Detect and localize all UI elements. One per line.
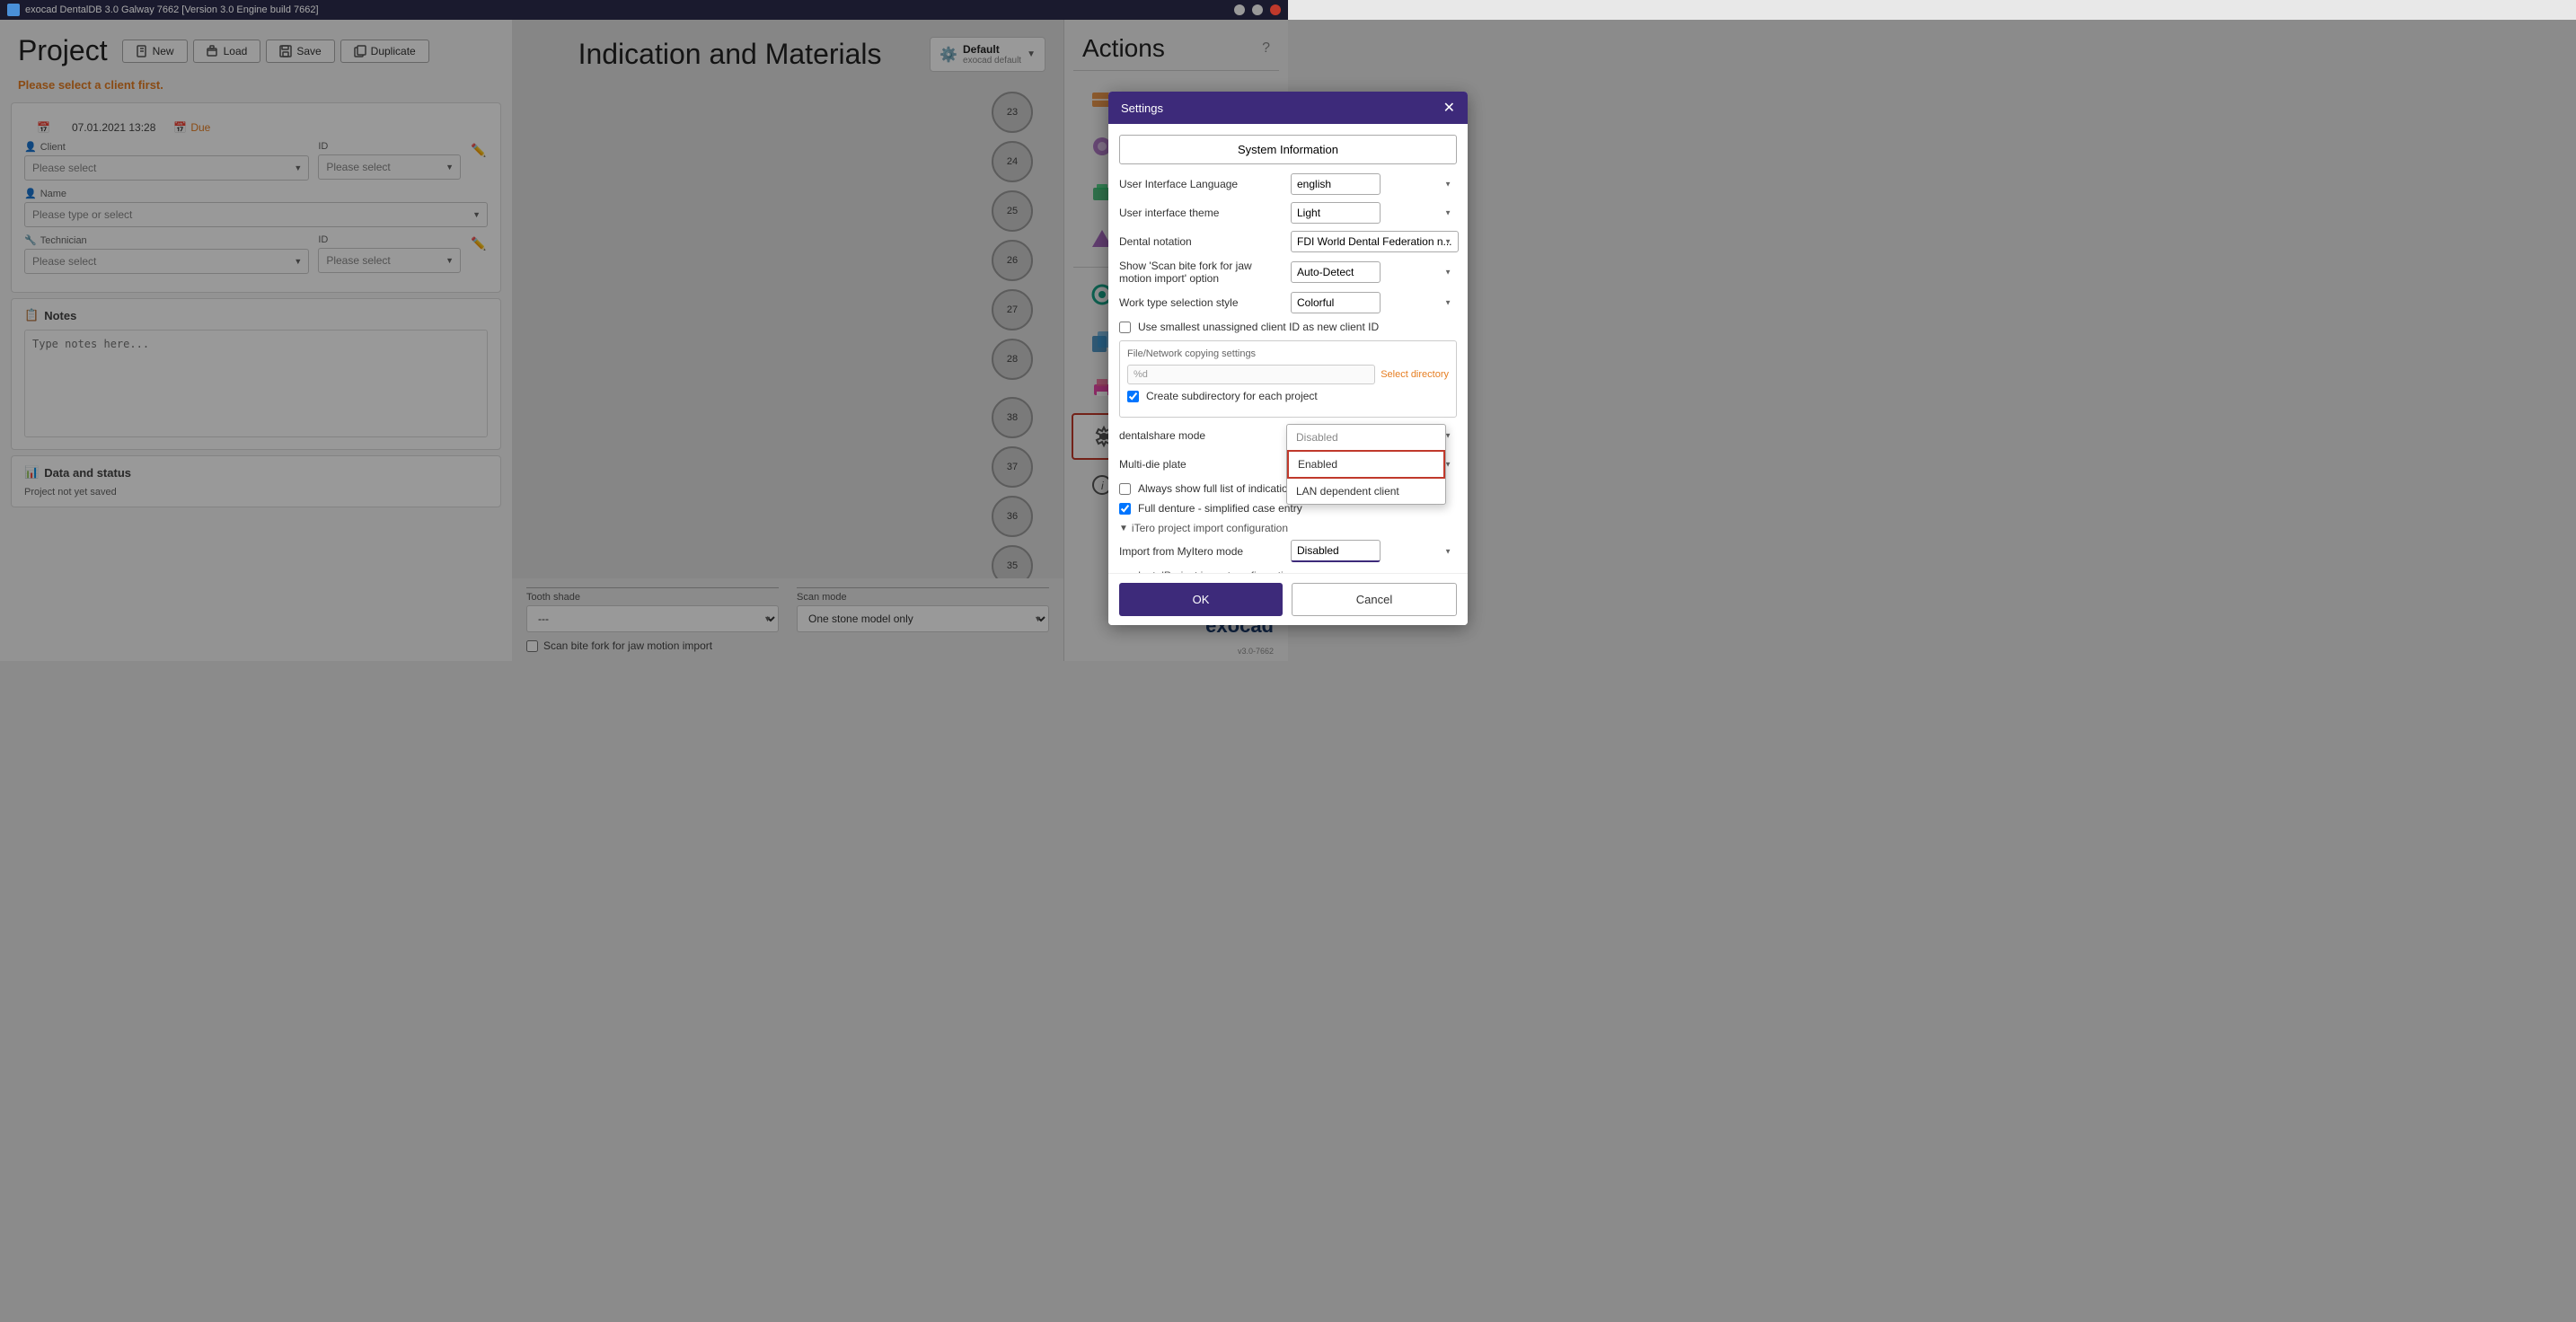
maximize-btn[interactable] (1252, 4, 1263, 15)
multi-die-label: Multi-die plate (1119, 458, 1285, 471)
create-subdir-row: Create subdirectory for each project (1127, 390, 1449, 402)
notation-row: Dental notation FDI World Dental Federat… (1119, 231, 1457, 252)
file-path-row: Select directory (1127, 365, 1449, 384)
ok-button[interactable]: OK (1119, 583, 1283, 616)
import-mode-select[interactable]: Disabled (1291, 540, 1381, 562)
scan-bite-setting-select-wrapper: Auto-Detect (1291, 261, 1457, 283)
scan-bite-setting-row: Show 'Scan bite fork for jaw motion impo… (1119, 260, 1457, 285)
scan-bite-setting-select[interactable]: Auto-Detect (1291, 261, 1381, 283)
work-type-row: Work type selection style Colorful (1119, 292, 1457, 313)
import-mode-row: Import from MyItero mode Disabled (1119, 540, 1457, 562)
notation-label: Dental notation (1119, 235, 1285, 248)
dropdown-enabled[interactable]: Enabled (1287, 450, 1445, 479)
dialog-titlebar: Settings ✕ (1108, 92, 1468, 124)
scan-bite-setting-label: Show 'Scan bite fork for jaw motion impo… (1119, 260, 1285, 285)
full-denture-checkbox[interactable] (1119, 503, 1131, 515)
work-type-label: Work type selection style (1119, 296, 1285, 309)
import-mode-dropdown: Disabled Enabled LAN dependent client (1286, 424, 1446, 505)
settings-dialog: Settings ✕ System Information User Inter… (1108, 92, 1468, 625)
dropdown-lan[interactable]: LAN dependent client (1287, 479, 1445, 504)
dialog-close-button[interactable]: ✕ (1443, 99, 1455, 117)
dialog-title: Settings (1121, 101, 1163, 115)
select-directory-link[interactable]: Select directory (1381, 369, 1449, 380)
file-network-title: File/Network copying settings (1127, 348, 1449, 359)
theme-label: User interface theme (1119, 207, 1285, 219)
theme-row: User interface theme Light (1119, 202, 1457, 224)
itero-collapse-icon: ▼ (1119, 524, 1128, 533)
dialog-overlay: Settings ✕ System Information User Inter… (0, 20, 2576, 1322)
file-path-input[interactable] (1127, 365, 1375, 384)
use-smallest-id-label: Use smallest unassigned client ID as new… (1138, 321, 1379, 333)
use-smallest-id-checkbox[interactable] (1119, 322, 1131, 333)
dialog-body: System Information User Interface Langua… (1108, 124, 1468, 573)
dialog-footer: OK Cancel (1108, 573, 1468, 625)
import-mode-select-wrapper: Disabled (1291, 540, 1457, 562)
always-show-label: Always show full list of indications (1138, 482, 1299, 495)
dentalshare-mode-label: dentalshare mode (1119, 429, 1285, 442)
dental-project-collapse-icon: ▼ (1119, 571, 1128, 574)
language-select[interactable]: english (1291, 173, 1381, 195)
language-select-wrapper: english (1291, 173, 1457, 195)
use-smallest-id-row: Use smallest unassigned client ID as new… (1119, 321, 1457, 333)
system-info-button[interactable]: System Information (1119, 135, 1457, 164)
theme-select[interactable]: Light (1291, 202, 1381, 224)
dental-project-label: .dentalProject import configuration (1132, 569, 1295, 573)
work-type-select[interactable]: Colorful (1291, 292, 1381, 313)
full-denture-label: Full denture - simplified case entry (1138, 502, 1302, 515)
itero-row[interactable]: ▼ iTero project import configuration (1119, 522, 1457, 534)
import-mode-label: Import from MyItero mode (1119, 545, 1285, 558)
work-type-select-wrapper: Colorful (1291, 292, 1457, 313)
dropdown-disabled[interactable]: Disabled (1287, 425, 1445, 450)
titlebar: exocad DentalDB 3.0 Galway 7662 [Version… (0, 0, 1288, 20)
close-btn[interactable] (1270, 4, 1281, 15)
itero-label: iTero project import configuration (1132, 522, 1288, 534)
minimize-btn[interactable] (1234, 4, 1245, 15)
language-label: User Interface Language (1119, 178, 1285, 190)
notation-select[interactable]: FDI World Dental Federation n... (1291, 231, 1459, 252)
always-show-checkbox[interactable] (1119, 483, 1131, 495)
window-controls (1234, 4, 1281, 15)
app-title: exocad DentalDB 3.0 Galway 7662 [Version… (25, 4, 319, 15)
create-subdir-label: Create subdirectory for each project (1146, 390, 1318, 402)
file-network-section: File/Network copying settings Select dir… (1119, 340, 1457, 418)
theme-select-wrapper: Light (1291, 202, 1457, 224)
create-subdir-checkbox[interactable] (1127, 391, 1139, 402)
cancel-button[interactable]: Cancel (1292, 583, 1457, 616)
language-row: User Interface Language english (1119, 173, 1457, 195)
app-logo (7, 4, 20, 16)
notation-select-wrapper: FDI World Dental Federation n... (1291, 231, 1457, 252)
